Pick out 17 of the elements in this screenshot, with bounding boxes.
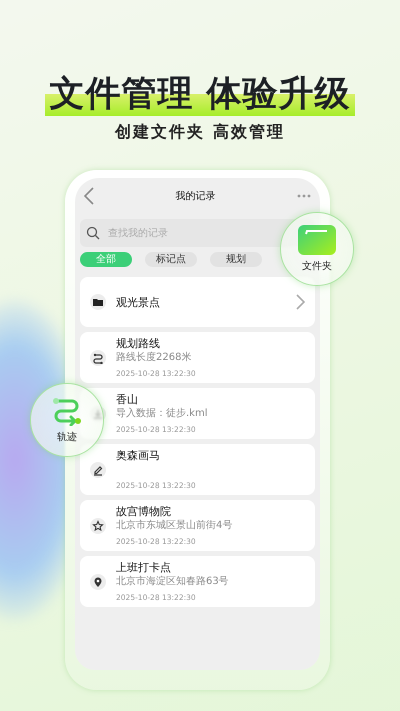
record-detail: 北京市海淀区知春路63号: [116, 576, 230, 588]
subtitle: 创建文件夹 高效管理: [115, 122, 285, 143]
bubble-label: 轨迹: [57, 430, 77, 444]
filter-chip[interactable]: 规划: [210, 252, 262, 267]
record-title: 规划路线: [116, 337, 161, 350]
screen-title: 我的记录: [176, 190, 216, 203]
record-detail: 路线长度2268米: [116, 352, 192, 364]
record-detail: 导入数据：徒步.kml: [116, 408, 208, 420]
record-detail: 北京市东城区景山前街4号: [116, 520, 234, 532]
record-title: 上班打卡点: [116, 561, 172, 574]
record-title: 奥森画马: [116, 449, 161, 462]
folder-name: 观光景点: [116, 294, 161, 310]
filter-chip[interactable]: 标记点: [145, 252, 197, 267]
folder-card[interactable]: 观光景点: [80, 277, 315, 327]
record-title: 故宫博物院: [116, 505, 172, 518]
record-title: 香山: [116, 393, 139, 406]
bubble-label: 文件夹: [302, 260, 332, 273]
